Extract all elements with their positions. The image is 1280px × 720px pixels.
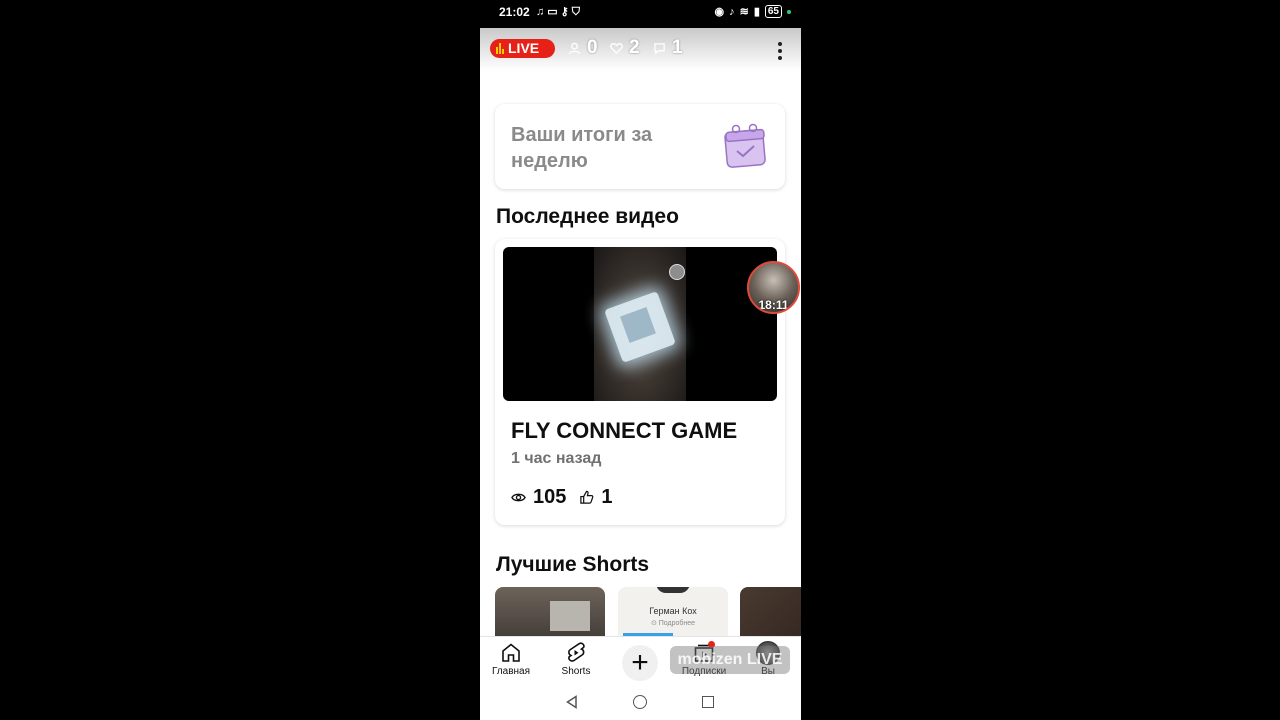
comments-count: 1	[672, 37, 683, 58]
thumb-up-icon	[580, 490, 594, 504]
status-left-icons: ♫▭⚷⛉	[536, 5, 583, 19]
video-title: FLY CONNECT GAME	[511, 418, 738, 443]
likes-stat: 2	[610, 37, 640, 59]
short-2-caption: Герман Кох	[649, 606, 697, 616]
status-bar: 21:02 ♫▭⚷⛉ ◉ ♪ ≋ ▮ 65	[480, 0, 801, 28]
comment-icon	[654, 42, 665, 55]
phone-screen: 21:02 ♫▭⚷⛉ ◉ ♪ ≋ ▮ 65 LIVE 0 2 1 Ваши ит…	[480, 0, 801, 720]
more-options-icon[interactable]	[777, 42, 783, 60]
floating-timer: 18:11	[758, 298, 789, 312]
short-2-avatar	[656, 587, 690, 593]
mute-icon: ♪	[729, 5, 735, 18]
live-label: LIVE	[508, 40, 540, 56]
watermark: mobizen LIVE	[670, 646, 790, 674]
live-badge[interactable]: LIVE	[490, 39, 555, 58]
wifi-icon: ≋	[739, 6, 749, 18]
shorts-row: Герман Кох ⊙ Подробнее	[495, 587, 801, 636]
headphones-icon: ♫	[536, 6, 548, 18]
nav-shorts[interactable]: Shorts	[546, 641, 606, 677]
eye-icon: ◉	[714, 6, 725, 18]
video-likes: 1	[579, 486, 613, 509]
latest-video-card[interactable]: FLY CONNECT GAME 1 час назад 105 1	[495, 239, 785, 525]
best-shorts-heading: Лучшие Shorts	[496, 553, 650, 576]
eye-icon	[511, 493, 526, 502]
battery-icon: 65	[764, 5, 782, 18]
live-header: LIVE 0 2 1	[480, 28, 801, 70]
recent-apps-icon[interactable]	[702, 696, 714, 708]
video-time-ago: 1 час назад	[511, 450, 602, 467]
nav-home-label: Главная	[491, 666, 531, 677]
nav-home[interactable]: Главная	[481, 641, 541, 677]
short-2-subcaption: ⊙ Подробнее	[650, 620, 696, 627]
video-stats: 105 1	[511, 486, 613, 509]
status-right-icons: ◉ ♪ ≋ ▮ 65	[714, 5, 791, 18]
likes-count-video: 1	[601, 486, 613, 508]
weekly-summary-card[interactable]: Ваши итоги за неделю	[495, 104, 785, 189]
short-thumbnail-3[interactable]	[740, 587, 801, 636]
status-time: 21:02	[499, 5, 530, 19]
weekly-summary-text: Ваши итоги за неделю	[511, 124, 653, 172]
shorts-icon	[568, 642, 585, 662]
viewers-stat: 0	[568, 37, 598, 59]
heart-icon	[610, 42, 623, 54]
back-icon[interactable]	[565, 695, 579, 709]
nav-shorts-label: Shorts	[561, 666, 591, 677]
create-button[interactable]: +	[622, 645, 658, 681]
privacy-dot-icon	[787, 9, 791, 14]
short-thumbnail-2[interactable]: Герман Кох ⊙ Подробнее	[618, 587, 728, 636]
home-icon	[502, 643, 520, 662]
calendar-check-icon	[724, 123, 766, 168]
key-icon: ⚷	[560, 6, 572, 18]
shield-icon: ⛉	[571, 6, 583, 18]
live-bars-icon	[496, 43, 505, 54]
home-button-icon[interactable]	[633, 695, 647, 709]
plus-icon: +	[631, 646, 649, 679]
short-thumbnail-1[interactable]	[495, 587, 605, 636]
floating-camera-avatar[interactable]: 18:11	[747, 261, 800, 314]
signal-icon: ▮	[753, 6, 760, 18]
cast-icon: ▭	[547, 6, 561, 18]
viewers-count: 0	[587, 37, 598, 58]
channel-avatar	[669, 264, 685, 280]
system-navigation	[480, 684, 801, 720]
likes-count: 2	[629, 37, 640, 58]
comments-stat: 1	[653, 37, 683, 59]
person-icon	[568, 42, 581, 54]
latest-video-heading: Последнее видео	[496, 205, 679, 228]
views-count: 105	[533, 486, 567, 508]
video-thumbnail[interactable]	[503, 247, 777, 401]
